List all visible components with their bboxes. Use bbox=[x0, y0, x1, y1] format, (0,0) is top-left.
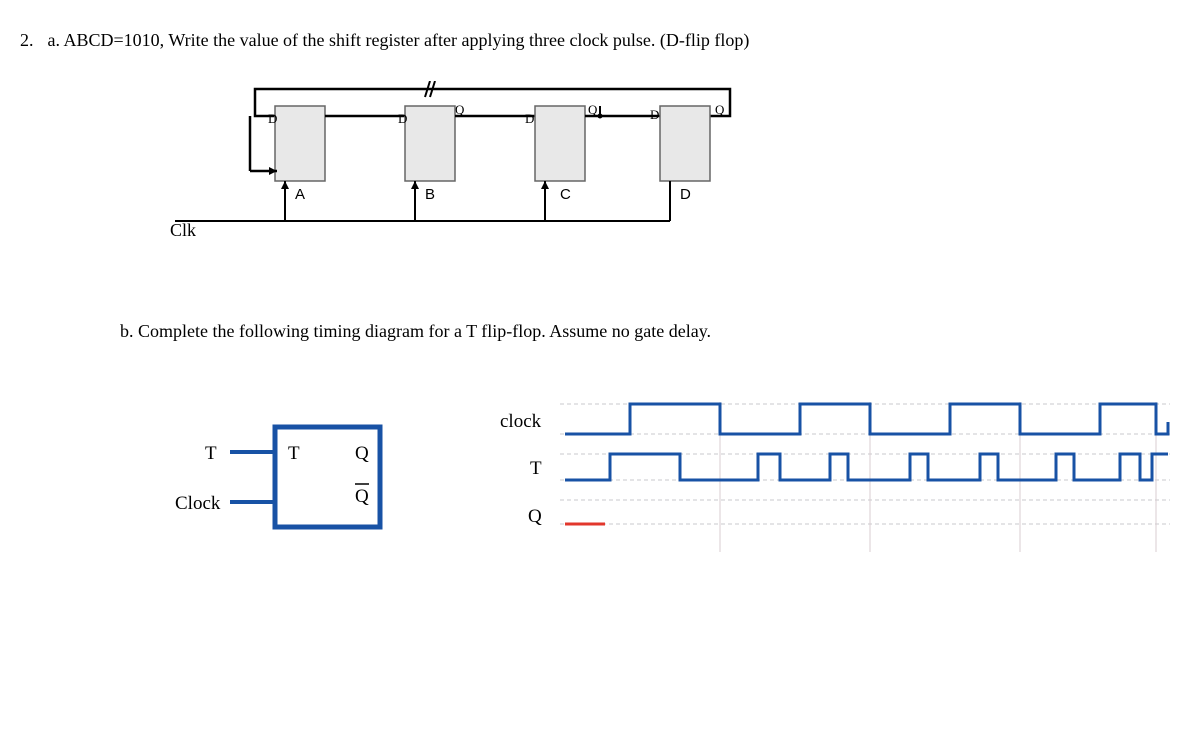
timing-t-label: T bbox=[530, 458, 542, 479]
t-flipflop-diagram: T T Clock Q Q bbox=[160, 407, 410, 552]
tff-t-label: T bbox=[288, 443, 300, 464]
ff-b-name: B bbox=[425, 186, 435, 203]
t-waveform bbox=[565, 454, 1168, 480]
clock-waveform bbox=[565, 404, 1168, 434]
ff-d-name: D bbox=[680, 186, 691, 203]
svg-text:D: D bbox=[525, 111, 534, 126]
tff-q-label: Q bbox=[355, 443, 369, 464]
clk-label: Clk bbox=[170, 220, 196, 240]
timing-clock-label: clock bbox=[500, 411, 542, 432]
timing-diagram: clock T Q bbox=[500, 392, 1180, 567]
question-part-a: a. ABCD=1010, Write the value of the shi… bbox=[48, 30, 750, 51]
tff-input-clock: Clock bbox=[175, 493, 221, 514]
ff-c-q-label: Q bbox=[715, 102, 725, 117]
ff-a-name: A bbox=[295, 186, 305, 203]
ff-b-d-label: D bbox=[398, 111, 407, 126]
timing-q-label: Q bbox=[528, 506, 542, 527]
question-number: 2. bbox=[20, 30, 34, 51]
shift-register-diagram: D A Q D B Q D C Q D D Clk bbox=[170, 81, 770, 261]
svg-text:D: D bbox=[650, 107, 659, 122]
ff-a-d-label: D bbox=[268, 111, 277, 126]
tff-input-t: T bbox=[205, 443, 217, 464]
question-part-b: b. Complete the following timing diagram… bbox=[120, 321, 1180, 342]
ff-c-name: C bbox=[560, 186, 571, 203]
tff-qbar-label: Q bbox=[355, 486, 369, 507]
